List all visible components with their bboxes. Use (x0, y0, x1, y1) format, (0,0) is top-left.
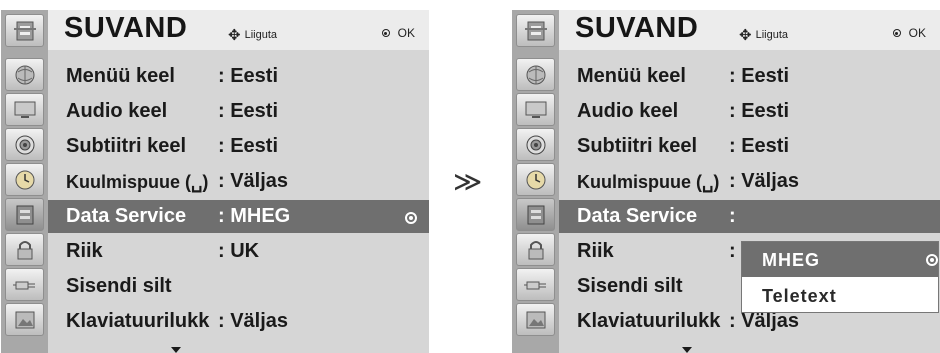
input-plug-icon[interactable] (5, 268, 44, 301)
menu-row-hearing-impaired[interactable]: Kuulmispuue (␣): Väljas (559, 165, 940, 198)
speaker-icon[interactable] (5, 128, 44, 161)
lock-icon[interactable] (5, 233, 44, 266)
picture-icon[interactable] (516, 303, 555, 336)
ok-dot-icon (892, 29, 901, 37)
dropdown-option-teletext[interactable]: Teletext (742, 278, 938, 313)
menu-title: SUVAND (64, 12, 188, 44)
menu-row-hearing-impaired[interactable]: Kuulmispuue (␣): Väljas (48, 165, 429, 198)
option-icon[interactable] (516, 14, 555, 47)
menu-header: SUVAND ✥ Liiguta OK (48, 10, 429, 50)
globe-icon[interactable] (5, 58, 44, 91)
lock-icon[interactable] (516, 233, 555, 266)
menu-row-country[interactable]: Riik: UK (48, 235, 429, 268)
tv-icon[interactable] (5, 93, 44, 126)
ok-dot-icon (381, 29, 390, 37)
selected-radio-icon (405, 212, 417, 224)
menu-row-audio-language[interactable]: Audio keel: Eesti (48, 95, 429, 128)
menu-row-language[interactable]: Menüü keel: Eesti (48, 60, 429, 93)
nav-hint: ✥ Liiguta (228, 27, 277, 44)
nav-hint: ✥ Liiguta (739, 27, 788, 44)
menu-header: SUVAND ✥ Liiguta OK (559, 10, 940, 50)
option-icon[interactable] (5, 198, 44, 231)
menu-title: SUVAND (575, 12, 699, 44)
menu-row-subtitle-language[interactable]: Subtiitri keel: Eesti (559, 130, 940, 163)
option-icon[interactable] (5, 14, 44, 47)
option-icon[interactable] (516, 198, 555, 231)
selected-radio-icon (926, 254, 938, 266)
input-plug-icon[interactable] (516, 268, 555, 301)
move-arrows-icon: ✥ (739, 27, 752, 44)
ok-hint: OK (892, 26, 926, 40)
ok-hint: OK (381, 26, 415, 40)
scroll-down-icon[interactable] (171, 347, 181, 353)
globe-icon[interactable] (516, 58, 555, 91)
data-service-dropdown: MHEG Teletext (741, 241, 939, 313)
picture-icon[interactable] (5, 303, 44, 336)
menu-row-data-service[interactable]: Data Service: MHEG (48, 200, 429, 233)
move-arrows-icon: ✥ (228, 27, 241, 44)
menu-row-language[interactable]: Menüü keel: Eesti (559, 60, 940, 93)
dropdown-option-mheg[interactable]: MHEG (742, 242, 938, 277)
transition-arrow: ≫ (453, 166, 483, 197)
menu-row-subtitle-language[interactable]: Subtiitri keel: Eesti (48, 130, 429, 163)
tv-icon[interactable] (516, 93, 555, 126)
menu-row-key-lock[interactable]: Klaviatuurilukk: Väljas (48, 305, 429, 338)
scroll-down-icon[interactable] (682, 347, 692, 353)
clock-icon[interactable] (516, 163, 555, 196)
menu-row-audio-language[interactable]: Audio keel: Eesti (559, 95, 940, 128)
clock-icon[interactable] (5, 163, 44, 196)
menu-panel-left: SUVAND ✥ Liiguta OK Menüü keel: Eesti Aud… (1, 10, 429, 353)
icon-column (1, 10, 48, 353)
menu-row-data-service[interactable]: Data Service: (559, 200, 940, 233)
speaker-icon[interactable] (516, 128, 555, 161)
icon-column (512, 10, 559, 353)
menu-row-input-label[interactable]: Sisendi silt (48, 270, 429, 303)
